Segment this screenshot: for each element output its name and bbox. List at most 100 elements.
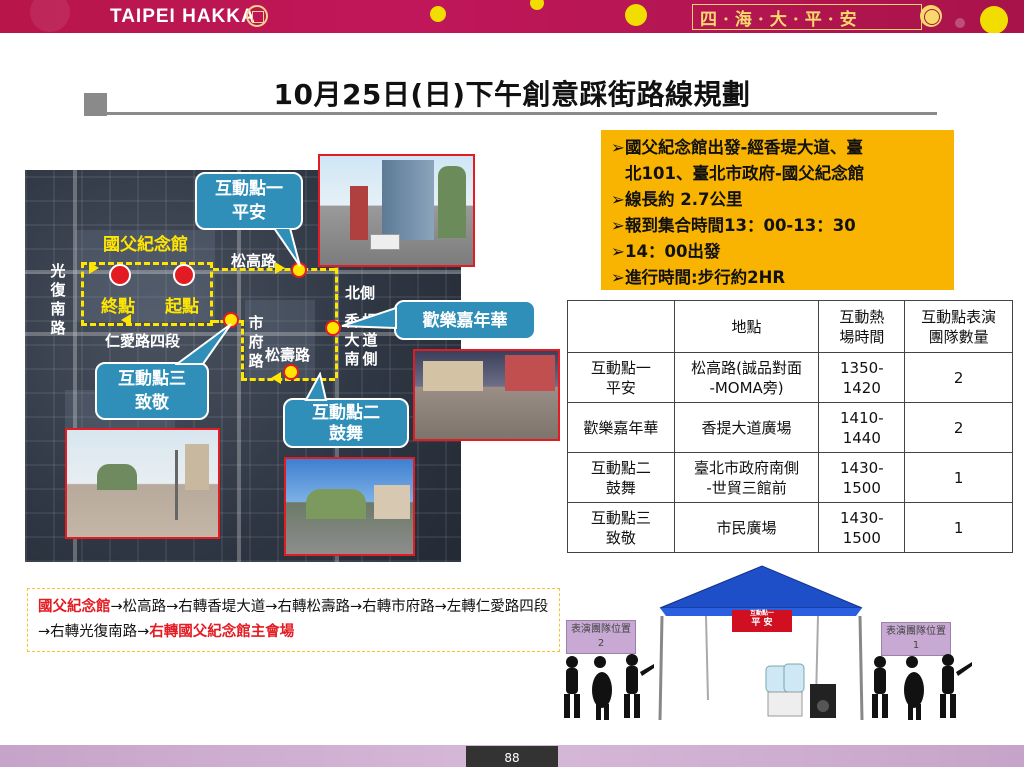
- photo-building: [350, 186, 368, 240]
- info-text: 報到集合時間13：00-13：30: [625, 216, 856, 235]
- route-start: 國父紀念館: [38, 599, 111, 615]
- photo-building: [505, 355, 555, 391]
- table-row: 互動點三 致敬 市民廣場 1430- 1500 1: [567, 502, 1013, 553]
- tent-banner-text: 平 安: [751, 618, 773, 628]
- guangfu-char: 路: [50, 319, 66, 337]
- table-header-cell: [567, 300, 675, 353]
- info-line: ➢報到集合時間13：00-13：30: [611, 213, 946, 239]
- chevron-right-icon: ➢: [611, 268, 625, 287]
- table-cell: 1410- 1440: [818, 402, 906, 453]
- callout-point-2-theme: 鼓舞: [329, 424, 363, 444]
- callout-point-3-tail: [175, 323, 232, 365]
- shifu-char: 市: [248, 314, 264, 332]
- info-text: 進行時間:步行約2HR: [625, 268, 786, 287]
- route-shifu: [241, 320, 244, 378]
- info-line: 北101、臺北市政府-國父紀念館: [625, 164, 865, 183]
- start-point-label: 起點: [165, 297, 199, 317]
- schedule-table: 地點 互動熱 場時間 互動點表演 團隊數量 互動點一 平安 松高路(誠品對面 -…: [567, 300, 1013, 553]
- xiangti-char: 側: [362, 350, 378, 368]
- brand-logo-text: TAIPEI HAKKA: [110, 6, 256, 27]
- route-description: 國父紀念館→松高路→右轉香堤大道→右轉松壽路→右轉市府路→左轉仁愛路四段→右轉光…: [38, 595, 549, 645]
- callout-point-1-theme: 平安: [232, 203, 266, 223]
- table-cell: 臺北市政府南側 -世貿三館前: [673, 452, 820, 503]
- guangfu-char: 南: [50, 300, 66, 318]
- photo-tree: [97, 464, 137, 490]
- sign-number: 1: [912, 640, 920, 651]
- photo-building: [423, 361, 483, 391]
- photo-city-hall-south: [284, 457, 415, 556]
- table-cell: 互動點三 致敬: [567, 502, 675, 553]
- chevron-right-icon: ➢: [611, 190, 625, 209]
- photo-tree: [438, 166, 466, 238]
- table-row: 互動點一 平安 松高路(誠品對面 -MOMA旁) 1350- 1420 2: [567, 352, 1013, 403]
- memorial-label: 國父紀念館: [103, 235, 188, 255]
- end-point-label: 終點: [101, 297, 135, 317]
- north-side-label: 北側: [345, 284, 376, 302]
- performer-position-sign-2: 表演團隊位置 2: [566, 620, 636, 654]
- callout-carnival-tail: [341, 306, 397, 330]
- callout-point-1-tail: [272, 228, 301, 267]
- photo-vehicle: [370, 234, 400, 250]
- callout-point-2-title: 互動點二: [312, 403, 380, 423]
- photo-building: [374, 485, 410, 519]
- sign-number: 2: [597, 638, 605, 649]
- callout-point-1: 互動點一 平安: [195, 172, 303, 230]
- table-cell: 1: [904, 452, 1013, 503]
- chevron-right-icon: ➢: [611, 138, 625, 157]
- table-cell: 互動點一 平安: [567, 352, 675, 403]
- xiangti-char: 南: [344, 350, 360, 368]
- table-cell: 1430- 1500: [818, 502, 906, 553]
- route-info-box: ➢國父紀念館出發-經香堤大道、臺 北101、臺北市政府-國父紀念館 ➢線長約 2…: [601, 130, 954, 290]
- performer-position-sign-1: 表演團隊位置 1: [881, 622, 951, 656]
- page-number: 88: [466, 746, 558, 767]
- header-decoration: [530, 0, 544, 10]
- photo-tree: [306, 489, 366, 519]
- interaction-point-2-marker: [283, 364, 299, 380]
- table-cell: 互動點二 鼓舞: [567, 452, 675, 503]
- info-line: ➢進行時間:步行約2HR: [611, 265, 946, 291]
- chevron-right-icon: ➢: [611, 242, 625, 261]
- photo-building: [185, 444, 209, 490]
- table-cell: 松高路(誠品對面 -MOMA旁): [673, 352, 820, 403]
- stage-layout-illustration: 互動點一 平 安 表演團隊位置 2 表演團隊位置 1: [556, 560, 1024, 730]
- table-row: 歡樂嘉年華 香提大道廣場 1410- 1440 2: [567, 402, 1013, 453]
- callout-carnival: 歡樂嘉年華: [394, 300, 536, 340]
- info-text: 14：00出發: [625, 242, 721, 261]
- callout-point-3-title: 互動點三: [118, 369, 186, 389]
- sign-text: 表演團隊位置: [886, 626, 946, 637]
- callout-point-1-title: 互動點一: [215, 179, 283, 199]
- table-cell: 2: [904, 352, 1013, 403]
- callout-point-3: 互動點三 致敬: [95, 362, 209, 420]
- page-title: 10月25日(日)下午創意踩街路線規劃: [273, 78, 751, 111]
- info-line: ➢國父紀念館出發-經香堤大道、臺: [611, 135, 946, 161]
- callout-point-2-tail: [304, 372, 328, 401]
- chevron-right-icon: ➢: [611, 216, 625, 235]
- header-decoration: [955, 18, 965, 28]
- slogan-text: 四·海·大·平·安: [700, 10, 863, 30]
- header-decoration: [980, 6, 1008, 33]
- table-cell: 2: [904, 402, 1013, 453]
- renai-road-label: 仁愛路四段: [105, 332, 181, 350]
- header-decoration: [30, 0, 70, 32]
- songshou-road-label: 松壽路: [265, 346, 311, 364]
- header-decoration: [625, 4, 647, 26]
- photo-xiangti-plaza: [413, 349, 560, 441]
- tent-banner: 互動點一 平 安: [732, 610, 792, 632]
- start-point-marker: [173, 264, 195, 286]
- slogan-emblem-icon: [920, 5, 942, 27]
- guangfu-char: 光: [50, 262, 66, 280]
- tent-banner-top: 互動點一: [749, 610, 774, 617]
- table-cell: 香提大道廣場: [673, 402, 820, 453]
- end-point-marker: [109, 264, 131, 286]
- guangfu-road-label: 光 復 南 路: [49, 262, 67, 338]
- shifu-char: 府: [248, 333, 264, 351]
- table-cell: 1430- 1500: [818, 452, 906, 503]
- carnival-marker: [325, 320, 341, 336]
- brand-emblem-icon: [246, 5, 268, 27]
- route-arrow-icon: [271, 372, 281, 384]
- info-text: 線長約 2.7公里: [625, 190, 743, 209]
- sign-text: 表演團隊位置: [571, 624, 631, 635]
- table-cell: 1: [904, 502, 1013, 553]
- table-header-cell: 互動熱 場時間: [818, 300, 906, 353]
- shifu-char: 路: [248, 352, 264, 370]
